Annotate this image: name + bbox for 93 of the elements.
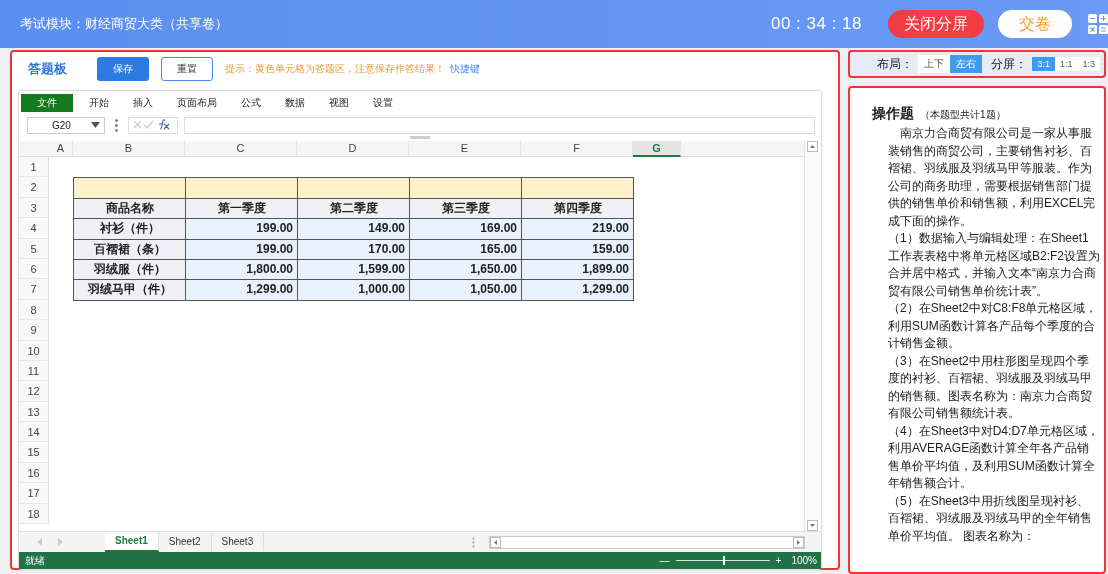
sheet-tab[interactable]: Sheet2	[158, 533, 212, 551]
table-cell: 1,050.00	[409, 279, 522, 301]
table-cell: 1,000.00	[297, 279, 410, 301]
table-cell: 219.00	[521, 218, 634, 240]
menu-tab[interactable]: 文件	[21, 94, 73, 112]
row-number[interactable]: 6	[19, 258, 49, 280]
layout-option[interactable]: 上下	[918, 55, 951, 73]
more-options-icon[interactable]	[472, 536, 475, 548]
zoom-out-button[interactable]: —	[659, 555, 670, 566]
table-cell: 1,299.00	[521, 279, 634, 301]
scroll-down-icon[interactable]	[806, 520, 818, 531]
sheet-tab[interactable]: Sheet3	[211, 533, 265, 551]
question-text: （1）数据输入与编辑处理：在Sheet1工作表表格中将单元格区域B2:F2设置为合并居中格式，并输入文本“南京力合商贸有限公司销售单价统计表”。	[888, 230, 1100, 300]
name-box[interactable]: G20	[27, 116, 105, 134]
scroll-right-icon[interactable]	[793, 536, 804, 548]
row-number[interactable]: 3	[19, 197, 49, 219]
dropdown-caret-icon[interactable]	[91, 122, 100, 128]
row-number[interactable]: 14	[19, 422, 49, 443]
cell-reference: G20	[52, 119, 71, 131]
horizontal-scrollbar[interactable]	[489, 535, 805, 549]
menu-tab[interactable]: 设置	[361, 94, 405, 112]
menu-tab[interactable]: 开始	[77, 94, 121, 112]
save-button[interactable]: 保存	[97, 57, 149, 81]
menu-tab[interactable]: 视图	[317, 94, 361, 112]
status-text: 就绪	[25, 553, 45, 568]
row-number[interactable]: 13	[19, 401, 49, 423]
question-text: 南京力合商贸有限公司是一家从事服装销售的商贸公司，主要销售衬衫、百褶裙、羽绒服及羽绒马甲等服装。作为公司的商务助理，需要根据销售部门提供的销售单价和销售额，利用EXCEL完成下面的操作。	[888, 125, 1097, 230]
menu-tab[interactable]: 公式	[229, 94, 273, 112]
row-number[interactable]: 7	[19, 279, 49, 300]
menu-tab[interactable]: 插入	[121, 94, 165, 112]
menu-tab[interactable]: 页面布局	[165, 94, 229, 112]
shortcut-link[interactable]: 快捷键	[450, 62, 480, 76]
table-cell: 第四季度	[521, 197, 634, 220]
table-cell: 衬衫（件）	[73, 218, 186, 240]
answer-cell[interactable]	[185, 177, 298, 199]
reset-button[interactable]: 重置	[161, 57, 213, 81]
column-header[interactable]: D	[297, 141, 409, 157]
question-text: （2）在Sheet2中对C8:F8单元格区域，利用SUM函数计算各产品每个季度的合计销售金额。	[888, 300, 1099, 352]
question-text: （3）在Sheet2中用柱形图呈现四个季度的衬衫、百褶裙、羽绒服及羽绒马甲的销售额。图表名称为：南京力合商贸有限公司销售额统计表。	[888, 352, 1093, 422]
table-cell: 羽绒马甲（件）	[73, 279, 186, 301]
split-ratio-option[interactable]: 1:3	[1077, 57, 1100, 71]
row-number[interactable]: 12	[19, 381, 49, 402]
table-cell: 159.00	[521, 238, 634, 260]
row-number[interactable]: 17	[19, 483, 49, 504]
row-number[interactable]: 1	[19, 157, 49, 178]
countdown-timer: 00 : 34 : 18	[770, 14, 862, 34]
exam-module-title: 考试模块：财经商贸大类（共享卷）	[20, 15, 228, 33]
question-type-title: 操作题	[872, 105, 914, 121]
scroll-up-icon[interactable]	[806, 141, 818, 152]
formula-buttons[interactable]	[128, 116, 178, 134]
table-cell: 1,899.00	[521, 258, 634, 281]
sheet-tab[interactable]: Sheet1	[105, 532, 159, 552]
row-number[interactable]: 4	[19, 218, 49, 239]
row-number[interactable]: 2	[19, 177, 49, 198]
menu-tab[interactable]: 数据	[273, 94, 317, 112]
table-cell: 1,299.00	[185, 279, 298, 301]
row-number[interactable]: 11	[19, 360, 49, 382]
split-ratio-option[interactable]: 1:1	[1054, 57, 1078, 71]
row-number[interactable]: 15	[19, 442, 49, 463]
row-number[interactable]: 18	[19, 503, 49, 525]
panel-title: 答题板	[28, 60, 67, 78]
row-number[interactable]: 16	[19, 462, 49, 484]
row-number[interactable]: 5	[19, 238, 49, 259]
answer-cell[interactable]	[73, 177, 186, 199]
calculator-icon[interactable]	[1088, 14, 1108, 34]
layout-label: 布局：	[877, 55, 914, 73]
question-text: （4）在Sheet3中对D4:D7单元格区域，利用AVERAGE函数计算全年各产品销售单价平均值，及利用SUM函数计算全年销售额合计。	[888, 422, 1100, 492]
answer-cell[interactable]	[521, 177, 634, 199]
zoom-in-button[interactable]: +	[775, 555, 782, 566]
table-cell: 149.00	[297, 218, 410, 240]
split-label: 分屏：	[991, 55, 1028, 73]
column-header[interactable]: A	[49, 141, 73, 157]
answer-cell[interactable]	[409, 177, 522, 199]
column-header[interactable]: E	[409, 141, 521, 157]
vertical-scrollbar[interactable]	[804, 141, 819, 531]
table-cell: 199.00	[185, 218, 298, 240]
question-text: （5）在Sheet3中用折线图呈现衬衫、百褶裙、羽绒服及羽绒马甲的全年销售单价平均值。 图表名称为：	[888, 492, 1093, 545]
header-button[interactable]: 关闭分屏	[888, 10, 984, 38]
column-header[interactable]: B	[73, 141, 185, 157]
resize-handle[interactable]	[410, 136, 430, 139]
answer-cell[interactable]	[297, 177, 410, 199]
scroll-left-icon[interactable]	[490, 536, 501, 548]
column-header[interactable]: G	[633, 141, 681, 157]
row-number[interactable]: 8	[19, 299, 49, 321]
hint-text: 提示：黄色单元格为答题区，注意保存作答结果！	[225, 62, 445, 76]
question-count: （本题型共计1题）	[920, 109, 1006, 120]
column-header[interactable]: F	[521, 141, 633, 157]
table-cell: 169.00	[409, 218, 522, 240]
row-number[interactable]: 9	[19, 320, 49, 341]
column-header[interactable]: C	[185, 141, 297, 157]
row-number[interactable]: 10	[19, 340, 49, 361]
more-options-icon[interactable]	[115, 118, 118, 132]
zoom-level: 100%	[791, 555, 817, 566]
